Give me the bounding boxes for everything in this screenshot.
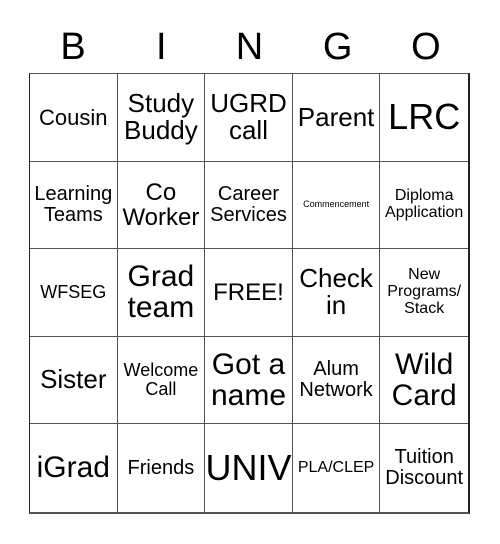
bingo-grid: Cousin Study Buddy UGRD call Parent LRC … [29, 73, 470, 514]
bingo-cell[interactable]: Parent [292, 74, 381, 162]
bingo-cell[interactable]: Sister [30, 336, 118, 425]
bingo-cell[interactable]: Alum Network [292, 336, 381, 425]
bingo-cell[interactable]: Wild Card [380, 337, 468, 425]
header-letter-n: N [235, 26, 264, 68]
bingo-cell[interactable]: Diploma Application [380, 162, 468, 250]
bingo-cell[interactable]: UNIV [205, 424, 293, 512]
free-space[interactable]: FREE! [205, 249, 293, 337]
bingo-cell[interactable]: UGRD call [205, 74, 293, 162]
bingo-cell[interactable]: Learning Teams [30, 161, 118, 250]
bingo-cell[interactable]: Study Buddy [117, 74, 206, 162]
header-letter-i: I [156, 26, 167, 68]
bingo-cell[interactable]: New Programs/ Stack [380, 249, 468, 337]
bingo-cell[interactable]: Welcome Call [117, 336, 206, 425]
bingo-cell[interactable]: Career Services [205, 161, 293, 250]
bingo-cell[interactable]: Grad team [117, 249, 206, 337]
bingo-cell[interactable]: Cousin [30, 74, 118, 162]
bingo-cell[interactable]: Got a name [205, 336, 293, 425]
bingo-cell[interactable]: WFSEG [30, 249, 118, 337]
header-letter-b: B [60, 26, 86, 68]
bingo-cell[interactable]: Commencement [292, 161, 381, 250]
bingo-cell[interactable]: PLA/CLEP [293, 424, 381, 512]
bingo-header: B I N G O [29, 22, 470, 72]
bingo-cell[interactable]: iGrad [30, 424, 118, 512]
bingo-cell[interactable]: Friends [118, 424, 206, 512]
bingo-cell[interactable]: Tuition Discount [380, 424, 468, 512]
bingo-cell[interactable]: Co Worker [117, 161, 206, 250]
header-letter-g: G [322, 26, 353, 68]
bingo-cell[interactable]: LRC [380, 74, 468, 162]
header-letter-o: O [411, 26, 441, 68]
bingo-cell[interactable]: Check in [292, 249, 381, 337]
